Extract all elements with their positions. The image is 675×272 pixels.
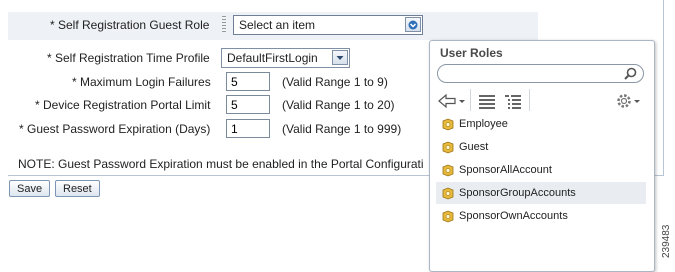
drag-handle-icon xyxy=(222,16,226,34)
guest-role-value: Select an item xyxy=(239,18,316,32)
toolbar-divider xyxy=(529,89,530,111)
device-limit-range: (Valid Range 1 to 20) xyxy=(282,98,395,112)
figure-id: 239483 xyxy=(661,224,672,258)
popup-title: User Roles xyxy=(440,46,503,60)
role-icon xyxy=(441,141,455,154)
max-login-label: * Maximum Login Failures xyxy=(72,75,211,89)
role-label: SponsorGroupAccounts xyxy=(459,187,576,199)
note-text: NOTE: Guest Password Expiration must be … xyxy=(18,157,424,171)
list-item[interactable]: Guest xyxy=(436,136,646,158)
back-arrow-icon[interactable] xyxy=(438,91,466,111)
role-search-input[interactable] xyxy=(437,64,644,83)
list-item[interactable]: SponsorGroupAccounts xyxy=(436,182,646,204)
role-icon xyxy=(441,210,455,223)
max-login-range: (Valid Range 1 to 9) xyxy=(282,75,388,89)
reset-button[interactable]: Reset xyxy=(55,180,100,197)
device-limit-label: * Device Registration Portal Limit xyxy=(35,98,211,112)
role-label: Employee xyxy=(459,118,508,130)
role-icon xyxy=(441,164,455,177)
list-item[interactable]: SponsorAllAccount xyxy=(436,159,646,181)
search-icon[interactable] xyxy=(624,67,637,83)
tree-list-icon[interactable] xyxy=(504,91,522,111)
max-login-input[interactable] xyxy=(226,72,270,91)
pw-exp-label: * Guest Password Expiration (Days) xyxy=(19,122,211,136)
time-profile-value: DefaultFirstLogin xyxy=(227,51,318,65)
role-icon xyxy=(441,118,455,131)
user-roles-popup: User Roles Employee Guest SponsorAllAccoun… xyxy=(429,40,655,272)
save-button[interactable]: Save xyxy=(9,180,51,197)
pw-exp-input[interactable] xyxy=(226,119,270,138)
list-item[interactable]: SponsorOwnAccounts xyxy=(436,205,646,227)
role-icon xyxy=(441,187,455,200)
dropdown-arrow-icon[interactable] xyxy=(405,17,421,32)
device-limit-input[interactable] xyxy=(226,95,270,114)
role-label: Guest xyxy=(459,141,489,153)
time-profile-label: * Self Registration Time Profile xyxy=(47,51,210,65)
guest-role-label: * Self Registration Guest Role xyxy=(50,18,210,32)
role-label: SponsorOwnAccounts xyxy=(459,210,568,222)
dropdown-arrow-icon[interactable] xyxy=(332,50,348,65)
pw-exp-range: (Valid Range 1 to 999) xyxy=(282,122,402,136)
toolbar-divider xyxy=(470,89,471,111)
role-label: SponsorAllAccount xyxy=(459,164,552,176)
list-item[interactable]: Employee xyxy=(436,113,646,135)
gear-icon[interactable] xyxy=(616,91,642,111)
time-profile-select[interactable]: DefaultFirstLogin xyxy=(221,48,350,68)
list-icon[interactable] xyxy=(478,91,496,111)
guest-role-select[interactable]: Select an item xyxy=(233,15,423,35)
